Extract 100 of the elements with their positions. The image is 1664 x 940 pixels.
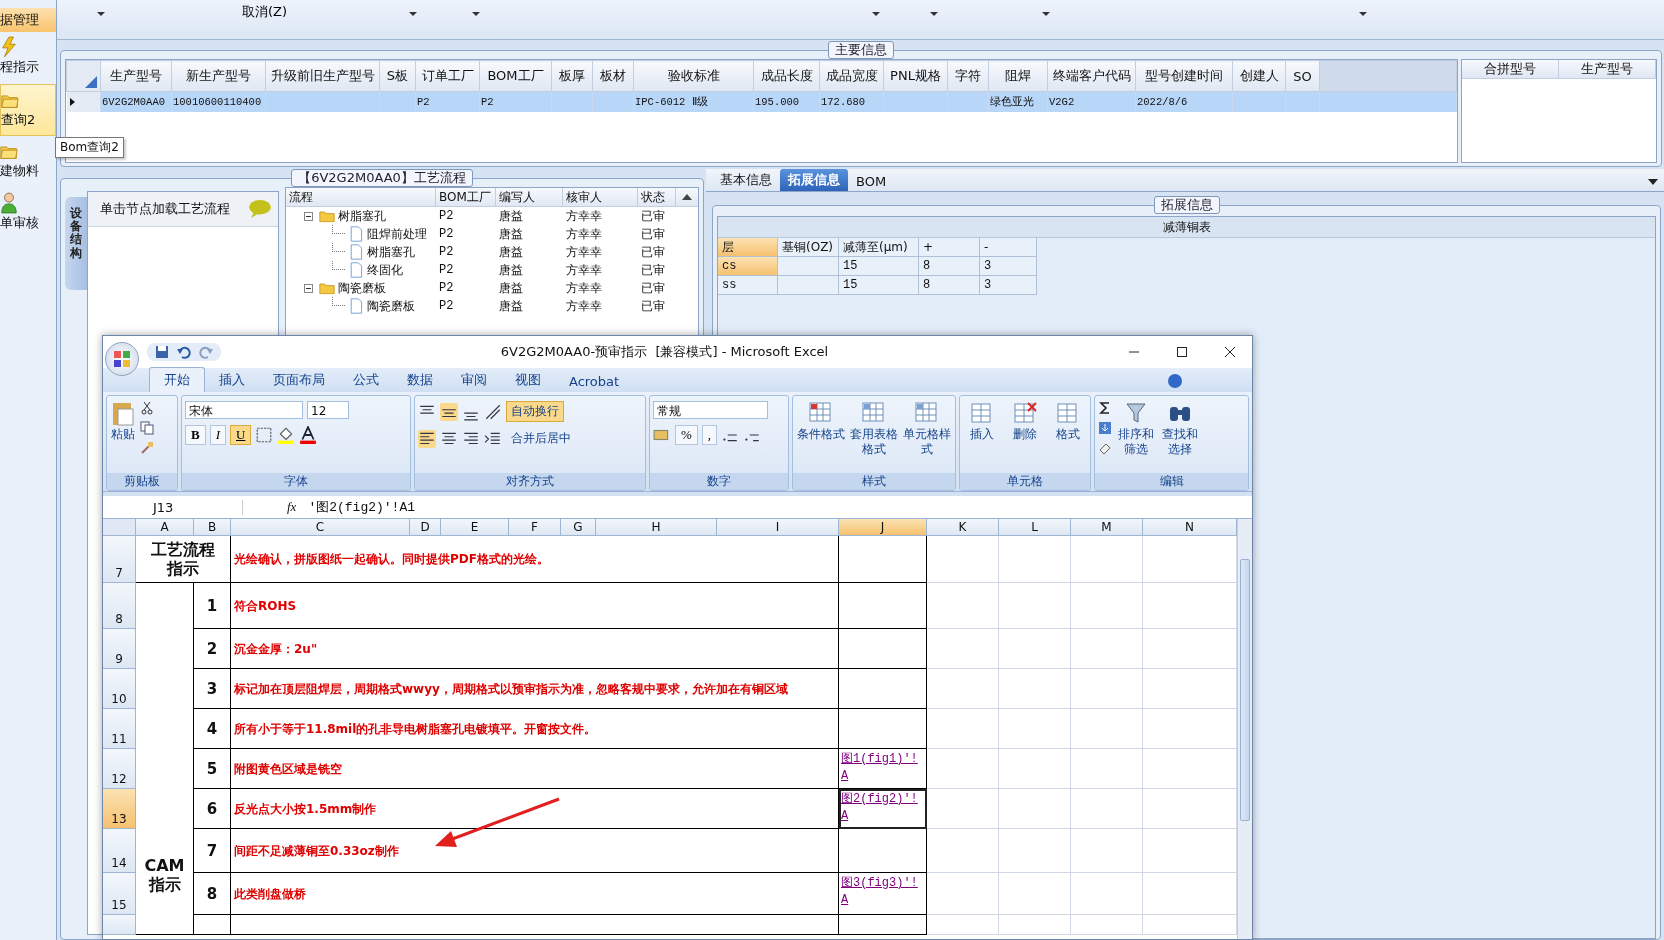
column-header[interactable]: C — [231, 519, 410, 536]
fill-down-icon[interactable] — [1098, 421, 1112, 435]
column-header[interactable]: 板厚 — [551, 60, 593, 92]
column-header[interactable]: 核审人 — [563, 188, 638, 206]
column-header[interactable]: M — [1071, 519, 1143, 536]
empty-cell[interactable] — [839, 536, 927, 583]
column-header[interactable]: 升级前旧生产型号 — [265, 60, 380, 92]
column-header[interactable]: A — [136, 519, 194, 536]
collapse-icon[interactable] — [304, 211, 313, 221]
number-format-dropdown[interactable]: 常规 — [653, 401, 768, 419]
dropdown-arrow-icon[interactable] — [872, 12, 881, 16]
font-size-dropdown[interactable]: 12 — [307, 401, 349, 419]
column-header[interactable]: 验收标准 — [633, 60, 754, 92]
edit-button[interactable]: 查找和选择 — [1160, 399, 1200, 457]
column-header[interactable]: 创建人 — [1232, 60, 1286, 92]
column-header[interactable]: 新生产型号 — [171, 60, 266, 92]
sidebar-item[interactable]: 查询2 — [0, 84, 56, 136]
column-header[interactable]: BOM工厂 — [479, 60, 552, 92]
tree-row[interactable]: 树脂塞孔 P2 唐益 方幸幸 已审 — [286, 207, 698, 225]
wrap-text-button[interactable]: 自动换行 — [506, 401, 564, 422]
dropdown-arrow-icon[interactable] — [1359, 12, 1368, 16]
dropdown-arrow-icon[interactable] — [1648, 179, 1658, 185]
row-header[interactable]: 7 — [103, 536, 136, 583]
sidebar-item[interactable]: 建物料 — [0, 136, 56, 188]
column-header[interactable]: 层 — [718, 238, 778, 257]
eraser-icon[interactable] — [1098, 441, 1112, 455]
insert-function-button[interactable]: fx — [247, 499, 305, 515]
column-header[interactable]: 生产型号 — [100, 60, 172, 92]
undo-icon[interactable] — [177, 345, 191, 359]
collapse-icon[interactable] — [304, 283, 313, 293]
column-header[interactable]: 编写人 — [496, 188, 563, 206]
column-header[interactable]: - — [980, 238, 1037, 257]
row-header[interactable]: 12 — [103, 749, 136, 789]
tree-row[interactable]: 终固化 P2 唐益 方幸幸 已审 — [286, 261, 698, 279]
link-cell[interactable]: 图3(fig3)'!A — [839, 873, 927, 915]
column-header[interactable]: 流程 — [286, 188, 436, 206]
tree-row[interactable]: 陶瓷磨板 P2 唐益 方幸幸 已审 — [286, 297, 698, 315]
ribbon-tab[interactable]: 插入 — [205, 368, 259, 392]
column-header[interactable]: SO — [1285, 60, 1320, 92]
number-format-button[interactable]: % — [675, 425, 698, 445]
cancel-button[interactable]: 取消(Z) — [240, 3, 290, 21]
grid-row[interactable]: 6V2G2M0AA0 10010600110400 P2 P2 IPC-6012 Ⅱ级 195.000 172.680 绿色亚光 V2G2 2022/8/6 — [66, 91, 1457, 112]
column-header[interactable]: 成品宽度 — [819, 60, 884, 92]
row-header[interactable]: 14 — [103, 829, 136, 873]
style-button[interactable]: 套用表格格式 — [849, 399, 899, 457]
redo-icon[interactable] — [199, 345, 213, 359]
column-header[interactable]: 基铜(OZ) — [778, 238, 839, 257]
empty-cell[interactable] — [194, 915, 231, 935]
font-color-icon[interactable] — [299, 426, 318, 444]
column-header[interactable]: 成品长度 — [753, 60, 820, 92]
close-icon[interactable] — [1224, 346, 1236, 358]
brush-icon[interactable] — [140, 441, 154, 455]
sum-icon[interactable] — [1098, 401, 1112, 415]
column-header[interactable]: 终端客户代码 — [1047, 60, 1136, 92]
column-header[interactable]: J — [839, 519, 927, 536]
column-header[interactable]: 合拼型号 — [1462, 60, 1559, 79]
column-header[interactable]: 阻焊 — [988, 60, 1048, 92]
dropdown-arrow-icon[interactable] — [409, 12, 418, 16]
scissors-icon[interactable] — [140, 401, 154, 415]
style-button[interactable]: 单元格样式 — [902, 399, 952, 457]
column-header[interactable]: PNL规格 — [883, 60, 948, 92]
dropdown-arrow-icon[interactable] — [472, 12, 481, 16]
column-header[interactable]: 状态 — [638, 188, 676, 206]
column-header[interactable]: + — [919, 238, 980, 257]
tab[interactable]: 基本信息 — [712, 169, 780, 191]
column-header[interactable]: 字符 — [947, 60, 989, 92]
row-header[interactable] — [103, 915, 136, 935]
copy-icon[interactable] — [140, 421, 154, 435]
maximize-icon[interactable] — [1176, 346, 1188, 358]
align-middle-icon[interactable] — [440, 402, 458, 421]
fill-color-icon[interactable] — [277, 426, 296, 444]
column-header[interactable]: 订单工厂 — [415, 60, 480, 92]
column-header[interactable]: BOM工厂 — [436, 188, 496, 206]
ribbon-tab[interactable]: 审阅 — [447, 368, 501, 392]
sidebar-item[interactable]: 据管理 — [0, 8, 56, 32]
empty-cell[interactable] — [839, 629, 927, 669]
tab[interactable]: BOM — [848, 172, 895, 191]
formula-field[interactable]: '图2(fig2)'!A1 — [308, 498, 1252, 516]
column-header[interactable]: F — [509, 519, 561, 536]
column-header[interactable]: I — [717, 519, 839, 536]
cells-button[interactable]: 删除 — [1005, 399, 1045, 442]
column-header[interactable]: H — [596, 519, 717, 536]
border-icon[interactable] — [255, 426, 274, 444]
cells-button[interactable]: 格式 — [1048, 399, 1087, 442]
column-header[interactable]: 板材 — [592, 60, 634, 92]
column-header[interactable]: K — [927, 519, 999, 536]
tree-row[interactable]: 树脂塞孔 P2 唐益 方幸幸 已审 — [286, 243, 698, 261]
dropdown-arrow-icon[interactable] — [930, 12, 939, 16]
orientation-icon[interactable] — [484, 402, 502, 421]
hyperlink[interactable]: 图3(fig3)'!A — [841, 875, 924, 909]
name-box[interactable]: J13 — [103, 499, 243, 515]
style-button[interactable]: 条件格式 — [796, 399, 846, 442]
row-header[interactable]: 11 — [103, 709, 136, 749]
row-header[interactable]: 15 — [103, 873, 136, 915]
empty-cell[interactable] — [839, 915, 927, 935]
scroll-up-icon[interactable] — [682, 194, 692, 200]
save-icon[interactable] — [155, 345, 169, 359]
sidebar-item[interactable]: 程指示 — [0, 32, 56, 84]
sidebar-item[interactable]: 单审核 — [0, 188, 56, 240]
empty-cell[interactable] — [839, 583, 927, 629]
